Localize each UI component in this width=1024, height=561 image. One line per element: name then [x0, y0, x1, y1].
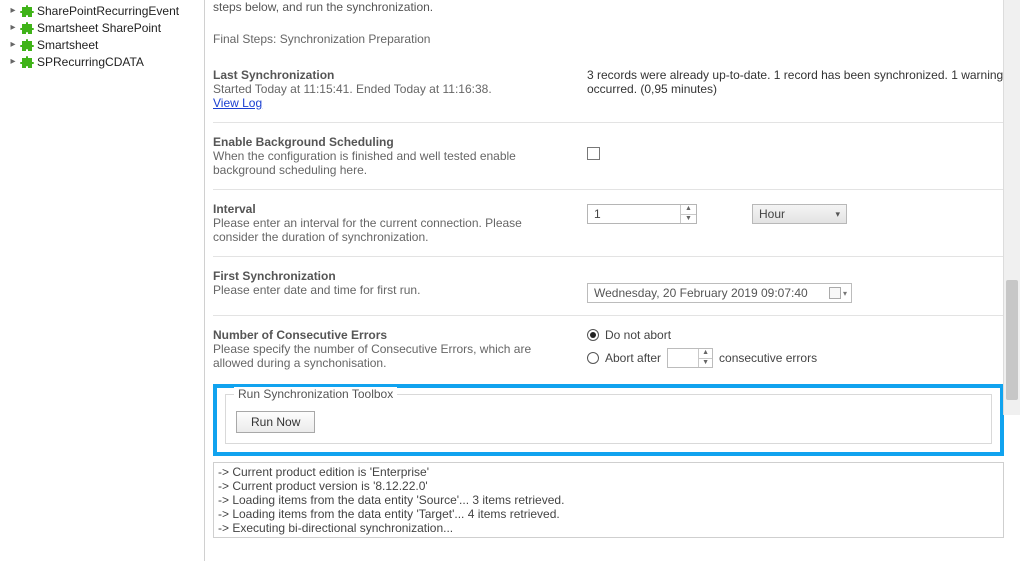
interval-title: Interval	[213, 202, 563, 216]
first-sync-title: First Synchronization	[213, 269, 563, 283]
cons-errors-desc: Please specify the number of Consecutive…	[213, 342, 563, 370]
radio-do-not-abort[interactable]: Do not abort	[587, 328, 1004, 342]
log-line: -> Executing bi-directional synchronizat…	[218, 521, 999, 535]
run-now-button[interactable]: Run Now	[236, 411, 315, 433]
radio-label: Do not abort	[605, 328, 671, 342]
radio-icon	[587, 352, 599, 364]
last-sync-summary: 3 records were already up-to-date. 1 rec…	[587, 68, 1004, 96]
row-interval: Interval Please enter an interval for th…	[213, 202, 1004, 257]
view-log-link[interactable]: View Log	[213, 96, 563, 110]
log-line: -> Loading items from the data entity 'T…	[218, 507, 999, 521]
intro-text: steps below, and run the synchronization…	[213, 0, 1004, 14]
last-sync-desc: Started Today at 11:15:41. Ended Today a…	[213, 82, 563, 96]
abort-after-input[interactable]: ▲▼	[667, 348, 713, 368]
tree-item[interactable]: ▸ SPRecurringCDATA	[0, 53, 204, 70]
tree-item-label: SharePointRecurringEvent	[37, 4, 179, 18]
row-enable-bg: Enable Background Scheduling When the co…	[213, 135, 1004, 190]
tree-item[interactable]: ▸ Smartsheet	[0, 36, 204, 53]
first-sync-date-value: Wednesday, 20 February 2019 09:07:40	[594, 286, 808, 300]
tree-panel: ▸ SharePointRecurringEvent ▸ Smartsheet …	[0, 0, 205, 561]
main-panel: steps below, and run the synchronization…	[205, 0, 1020, 561]
calendar-dropdown-icon[interactable]: ▾	[829, 287, 847, 299]
interval-spinner[interactable]: ▲▼	[680, 205, 696, 223]
log-line: -> Current product version is '8.12.22.0…	[218, 479, 999, 493]
section-title: Final Steps: Synchronization Preparation	[213, 32, 1004, 46]
interval-desc: Please enter an interval for the current…	[213, 216, 563, 244]
row-cons-errors: Number of Consecutive Errors Please spec…	[213, 328, 1004, 376]
tree-item[interactable]: ▸ SharePointRecurringEvent	[0, 2, 204, 19]
radio-icon	[587, 329, 599, 341]
calendar-icon	[829, 287, 841, 299]
chevron-right-icon: ▸	[8, 5, 18, 16]
row-last-sync: Last Synchronization Started Today at 11…	[213, 68, 1004, 123]
puzzle-icon	[20, 21, 34, 35]
highlighted-toolbox: Run Synchronization Toolbox Run Now	[213, 384, 1004, 456]
interval-value: 1	[588, 205, 680, 223]
enable-bg-checkbox[interactable]	[587, 147, 600, 160]
radio-label-prefix: Abort after	[605, 351, 661, 365]
tree-item-label: SPRecurringCDATA	[37, 55, 144, 69]
run-sync-toolbox-group: Run Synchronization Toolbox Run Now	[225, 394, 992, 444]
interval-unit-combo[interactable]: Hour ▾	[752, 204, 847, 224]
groupbox-legend: Run Synchronization Toolbox	[234, 387, 397, 401]
chevron-down-icon: ▾	[843, 289, 847, 298]
row-first-sync: First Synchronization Please enter date …	[213, 269, 1004, 316]
radio-label-suffix: consecutive errors	[719, 351, 817, 365]
log-line: -> Loading items from the data entity 'S…	[218, 493, 999, 507]
first-sync-date-input[interactable]: Wednesday, 20 February 2019 09:07:40 ▾	[587, 283, 852, 303]
puzzle-icon	[20, 4, 34, 18]
scrollbar-thumb[interactable]	[1006, 280, 1018, 400]
chevron-right-icon: ▸	[8, 39, 18, 50]
puzzle-icon	[20, 38, 34, 52]
cons-errors-title: Number of Consecutive Errors	[213, 328, 563, 342]
interval-value-input[interactable]: 1 ▲▼	[587, 204, 697, 224]
last-sync-title: Last Synchronization	[213, 68, 563, 82]
tree-item-label: Smartsheet	[37, 38, 98, 52]
first-sync-desc: Please enter date and time for first run…	[213, 283, 563, 297]
enable-bg-title: Enable Background Scheduling	[213, 135, 563, 149]
interval-unit-label: Hour	[759, 207, 785, 221]
radio-abort-after[interactable]: Abort after ▲▼ consecutive errors	[587, 348, 1004, 368]
puzzle-icon	[20, 55, 34, 69]
scrollbar[interactable]	[1003, 0, 1020, 415]
tree-item[interactable]: ▸ Smartsheet SharePoint	[0, 19, 204, 36]
tree-item-label: Smartsheet SharePoint	[37, 21, 161, 35]
chevron-right-icon: ▸	[8, 56, 18, 67]
enable-bg-desc: When the configuration is finished and w…	[213, 149, 563, 177]
log-output: -> Current product edition is 'Enterpris…	[213, 462, 1004, 538]
chevron-right-icon: ▸	[8, 22, 18, 33]
log-line: -> Current product edition is 'Enterpris…	[218, 465, 999, 479]
chevron-down-icon: ▾	[835, 209, 840, 220]
